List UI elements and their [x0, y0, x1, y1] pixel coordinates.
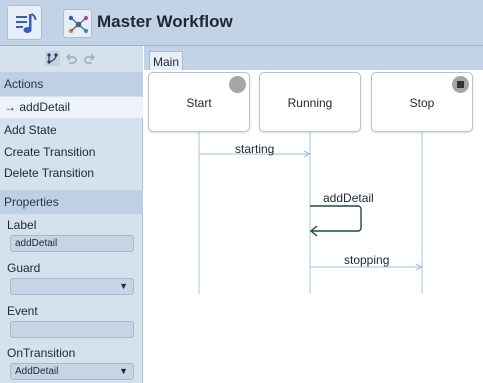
action-add-state[interactable]: Add State: [0, 120, 143, 141]
branch-icon[interactable]: [45, 51, 60, 66]
actions-header: Actions: [0, 72, 143, 96]
sidebar-toolbar: [0, 46, 143, 72]
action-add-detail[interactable]: → addDetail: [0, 97, 143, 118]
chevron-down-icon: ▼: [119, 366, 128, 376]
transition-add-detail-arrow[interactable]: [310, 205, 362, 232]
page-title: Master Workflow: [97, 12, 233, 31]
state-label: Stop: [409, 96, 435, 110]
redo-icon[interactable]: [83, 51, 98, 66]
undo-icon[interactable]: [63, 51, 78, 66]
state-stop[interactable]: Stop: [371, 72, 473, 132]
guard-select[interactable]: ▼: [10, 278, 134, 295]
action-delete-transition[interactable]: Delete Transition: [0, 163, 143, 184]
app-header: Master Workflow: [0, 0, 483, 45]
state-running[interactable]: Running: [259, 72, 361, 132]
ontransition-select[interactable]: AddDetail ▼: [10, 363, 134, 380]
state-label: Start: [186, 96, 212, 110]
event-field[interactable]: [10, 321, 134, 338]
guard-label: Guard: [7, 261, 41, 275]
ontransition-value: AddDetail: [15, 366, 59, 377]
action-create-transition[interactable]: Create Transition: [0, 142, 143, 163]
chevron-down-icon: ▼: [119, 281, 128, 291]
transition-label-starting[interactable]: starting: [235, 142, 274, 156]
workflow-icon: [63, 9, 92, 38]
event-label: Event: [7, 304, 38, 318]
sidebar: Actions → addDetail Add State Create Tra…: [0, 46, 143, 383]
action-label: addDetail: [19, 100, 71, 114]
label-label: Label: [7, 218, 37, 232]
arrow-right-icon: →: [4, 100, 16, 114]
properties-header: Properties: [0, 190, 143, 214]
diagram-panel: Main Start Running Stop starting addDeta…: [144, 46, 483, 383]
state-start[interactable]: Start: [148, 72, 250, 132]
state-label: Running: [287, 96, 333, 110]
stop-icon: [452, 76, 469, 93]
transition-label-add-detail[interactable]: addDetail: [323, 191, 374, 205]
start-circle-icon: [229, 76, 246, 93]
label-field[interactable]: addDetail: [10, 235, 134, 252]
app-menu-button[interactable]: [7, 5, 42, 40]
ontransition-label: OnTransition: [7, 346, 76, 360]
music-note-icon: [16, 13, 37, 33]
transition-label-stopping[interactable]: stopping: [344, 253, 389, 267]
